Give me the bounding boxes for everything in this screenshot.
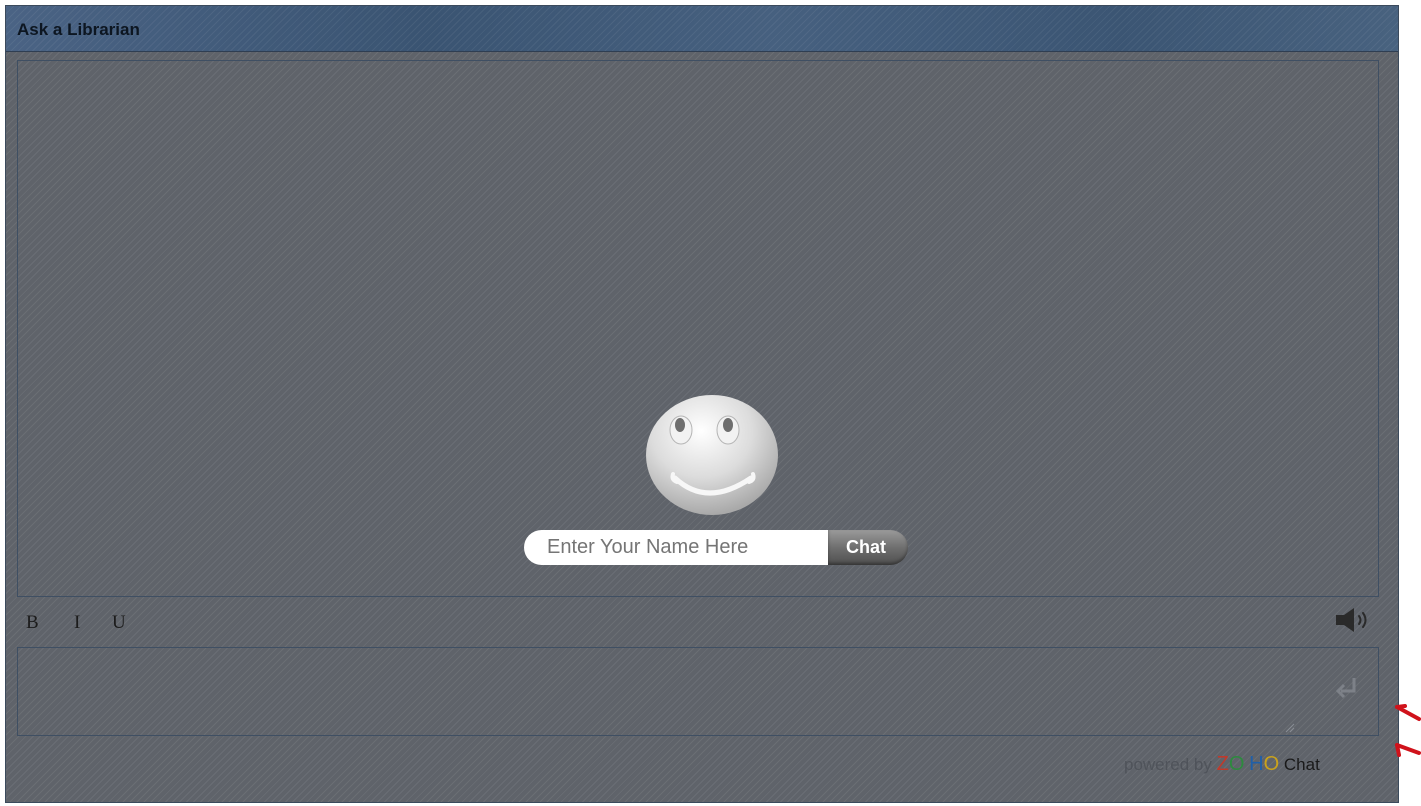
widget-title: Ask a Librarian (17, 20, 140, 39)
zoho-product-name: Chat (1283, 755, 1320, 774)
speaker-icon[interactable] (1333, 606, 1373, 634)
smiley-icon (646, 395, 778, 515)
enter-icon[interactable] (1332, 674, 1362, 704)
annotation-arrow-icon (1395, 704, 1421, 721)
annotation-arrow-icon (1395, 743, 1421, 757)
italic-button[interactable]: I (74, 612, 80, 634)
chat-widget: Ask a Librarian Chat B I U (5, 5, 1399, 803)
underline-button[interactable]: U (112, 612, 126, 634)
zoho-logo: ZO HO (1216, 753, 1280, 775)
name-entry-form: Chat (524, 530, 908, 565)
powered-by-text: powered by (1124, 755, 1212, 774)
chat-message-area: Chat (17, 60, 1379, 597)
message-input[interactable] (17, 647, 1379, 736)
chat-start-button[interactable]: Chat (828, 530, 908, 565)
powered-by-footer: powered by ZO HO Chat (1124, 753, 1320, 777)
bold-button[interactable]: B (26, 612, 39, 634)
name-input[interactable] (524, 530, 828, 565)
resize-grip-icon[interactable] (1283, 721, 1295, 733)
title-bar: Ask a Librarian (6, 6, 1398, 52)
